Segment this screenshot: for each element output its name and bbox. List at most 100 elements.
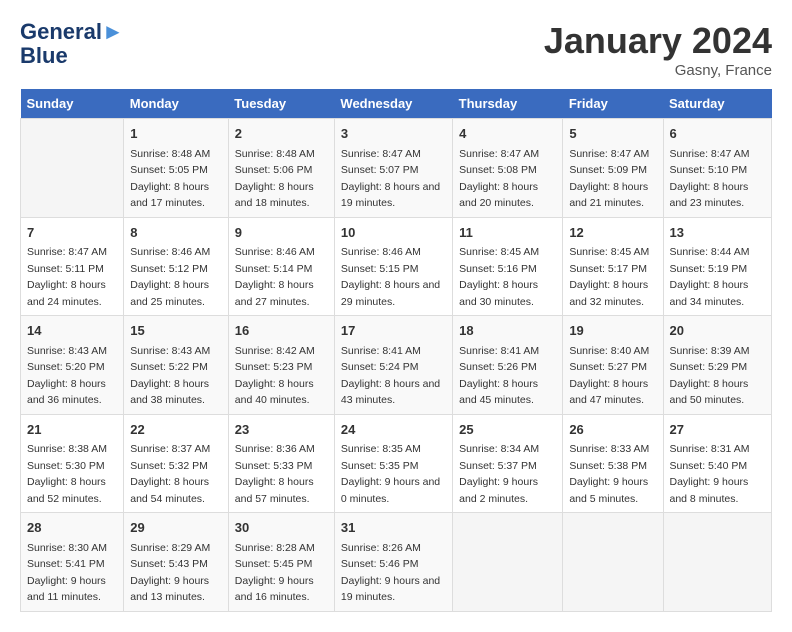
day-info: Sunrise: 8:47 AMSunset: 5:07 PMDaylight:… — [341, 148, 440, 210]
day-number: 27 — [670, 420, 766, 440]
day-info: Sunrise: 8:38 AMSunset: 5:30 PMDaylight:… — [27, 443, 107, 505]
calendar-cell: 26 Sunrise: 8:33 AMSunset: 5:38 PMDaylig… — [563, 414, 663, 513]
weekday-header-monday: Monday — [124, 89, 229, 119]
calendar-cell: 12 Sunrise: 8:45 AMSunset: 5:17 PMDaylig… — [563, 217, 663, 316]
day-info: Sunrise: 8:41 AMSunset: 5:26 PMDaylight:… — [459, 345, 539, 407]
calendar-cell: 2 Sunrise: 8:48 AMSunset: 5:06 PMDayligh… — [228, 119, 334, 218]
calendar-week-1: 1 Sunrise: 8:48 AMSunset: 5:05 PMDayligh… — [21, 119, 772, 218]
calendar-week-3: 14 Sunrise: 8:43 AMSunset: 5:20 PMDaylig… — [21, 316, 772, 415]
day-info: Sunrise: 8:48 AMSunset: 5:05 PMDaylight:… — [130, 148, 210, 210]
calendar-cell — [453, 513, 563, 612]
day-info: Sunrise: 8:37 AMSunset: 5:32 PMDaylight:… — [130, 443, 210, 505]
day-info: Sunrise: 8:47 AMSunset: 5:09 PMDaylight:… — [569, 148, 649, 210]
calendar-cell: 27 Sunrise: 8:31 AMSunset: 5:40 PMDaylig… — [663, 414, 772, 513]
weekday-header-friday: Friday — [563, 89, 663, 119]
day-number: 16 — [235, 321, 328, 341]
day-info: Sunrise: 8:46 AMSunset: 5:12 PMDaylight:… — [130, 246, 210, 308]
day-info: Sunrise: 8:43 AMSunset: 5:20 PMDaylight:… — [27, 345, 107, 407]
day-info: Sunrise: 8:47 AMSunset: 5:11 PMDaylight:… — [27, 246, 107, 308]
day-info: Sunrise: 8:42 AMSunset: 5:23 PMDaylight:… — [235, 345, 315, 407]
calendar-cell: 29 Sunrise: 8:29 AMSunset: 5:43 PMDaylig… — [124, 513, 229, 612]
calendar-cell: 3 Sunrise: 8:47 AMSunset: 5:07 PMDayligh… — [334, 119, 452, 218]
calendar-cell: 11 Sunrise: 8:45 AMSunset: 5:16 PMDaylig… — [453, 217, 563, 316]
day-number: 10 — [341, 223, 446, 243]
day-info: Sunrise: 8:47 AMSunset: 5:10 PMDaylight:… — [670, 148, 750, 210]
calendar-cell: 5 Sunrise: 8:47 AMSunset: 5:09 PMDayligh… — [563, 119, 663, 218]
day-number: 18 — [459, 321, 556, 341]
location: Gasny, France — [544, 62, 772, 79]
day-number: 28 — [27, 518, 117, 538]
day-number: 6 — [670, 124, 766, 144]
calendar-cell: 8 Sunrise: 8:46 AMSunset: 5:12 PMDayligh… — [124, 217, 229, 316]
day-info: Sunrise: 8:33 AMSunset: 5:38 PMDaylight:… — [569, 443, 649, 505]
day-number: 8 — [130, 223, 222, 243]
weekday-header-saturday: Saturday — [663, 89, 772, 119]
calendar-table: SundayMondayTuesdayWednesdayThursdayFrid… — [20, 89, 772, 612]
day-number: 4 — [459, 124, 556, 144]
calendar-cell — [21, 119, 124, 218]
calendar-cell: 30 Sunrise: 8:28 AMSunset: 5:45 PMDaylig… — [228, 513, 334, 612]
calendar-cell: 28 Sunrise: 8:30 AMSunset: 5:41 PMDaylig… — [21, 513, 124, 612]
day-info: Sunrise: 8:31 AMSunset: 5:40 PMDaylight:… — [670, 443, 750, 505]
day-number: 19 — [569, 321, 656, 341]
day-number: 29 — [130, 518, 222, 538]
calendar-week-4: 21 Sunrise: 8:38 AMSunset: 5:30 PMDaylig… — [21, 414, 772, 513]
day-info: Sunrise: 8:41 AMSunset: 5:24 PMDaylight:… — [341, 345, 440, 407]
calendar-cell: 10 Sunrise: 8:46 AMSunset: 5:15 PMDaylig… — [334, 217, 452, 316]
weekday-header-wednesday: Wednesday — [334, 89, 452, 119]
logo: General►Blue — [20, 20, 124, 68]
calendar-cell: 20 Sunrise: 8:39 AMSunset: 5:29 PMDaylig… — [663, 316, 772, 415]
day-number: 1 — [130, 124, 222, 144]
day-info: Sunrise: 8:46 AMSunset: 5:14 PMDaylight:… — [235, 246, 315, 308]
day-number: 15 — [130, 321, 222, 341]
day-info: Sunrise: 8:35 AMSunset: 5:35 PMDaylight:… — [341, 443, 440, 505]
day-info: Sunrise: 8:26 AMSunset: 5:46 PMDaylight:… — [341, 542, 440, 604]
calendar-cell: 21 Sunrise: 8:38 AMSunset: 5:30 PMDaylig… — [21, 414, 124, 513]
calendar-cell: 23 Sunrise: 8:36 AMSunset: 5:33 PMDaylig… — [228, 414, 334, 513]
weekday-header-tuesday: Tuesday — [228, 89, 334, 119]
day-number: 7 — [27, 223, 117, 243]
day-info: Sunrise: 8:28 AMSunset: 5:45 PMDaylight:… — [235, 542, 315, 604]
day-number: 3 — [341, 124, 446, 144]
day-number: 11 — [459, 223, 556, 243]
day-info: Sunrise: 8:44 AMSunset: 5:19 PMDaylight:… — [670, 246, 750, 308]
calendar-cell: 25 Sunrise: 8:34 AMSunset: 5:37 PMDaylig… — [453, 414, 563, 513]
calendar-week-5: 28 Sunrise: 8:30 AMSunset: 5:41 PMDaylig… — [21, 513, 772, 612]
page-header: General►Blue January 2024 Gasny, France — [20, 20, 772, 79]
day-info: Sunrise: 8:39 AMSunset: 5:29 PMDaylight:… — [670, 345, 750, 407]
day-info: Sunrise: 8:34 AMSunset: 5:37 PMDaylight:… — [459, 443, 539, 505]
day-number: 25 — [459, 420, 556, 440]
day-info: Sunrise: 8:30 AMSunset: 5:41 PMDaylight:… — [27, 542, 107, 604]
calendar-cell: 9 Sunrise: 8:46 AMSunset: 5:14 PMDayligh… — [228, 217, 334, 316]
day-number: 24 — [341, 420, 446, 440]
day-number: 9 — [235, 223, 328, 243]
calendar-cell: 4 Sunrise: 8:47 AMSunset: 5:08 PMDayligh… — [453, 119, 563, 218]
day-info: Sunrise: 8:45 AMSunset: 5:16 PMDaylight:… — [459, 246, 539, 308]
calendar-cell: 14 Sunrise: 8:43 AMSunset: 5:20 PMDaylig… — [21, 316, 124, 415]
day-number: 23 — [235, 420, 328, 440]
day-info: Sunrise: 8:48 AMSunset: 5:06 PMDaylight:… — [235, 148, 315, 210]
weekday-header-row: SundayMondayTuesdayWednesdayThursdayFrid… — [21, 89, 772, 119]
calendar-cell: 1 Sunrise: 8:48 AMSunset: 5:05 PMDayligh… — [124, 119, 229, 218]
day-number: 20 — [670, 321, 766, 341]
calendar-cell — [663, 513, 772, 612]
day-number: 31 — [341, 518, 446, 538]
calendar-cell: 17 Sunrise: 8:41 AMSunset: 5:24 PMDaylig… — [334, 316, 452, 415]
weekday-header-sunday: Sunday — [21, 89, 124, 119]
day-number: 30 — [235, 518, 328, 538]
weekday-header-thursday: Thursday — [453, 89, 563, 119]
day-number: 14 — [27, 321, 117, 341]
day-number: 21 — [27, 420, 117, 440]
day-info: Sunrise: 8:47 AMSunset: 5:08 PMDaylight:… — [459, 148, 539, 210]
day-number: 26 — [569, 420, 656, 440]
calendar-cell: 15 Sunrise: 8:43 AMSunset: 5:22 PMDaylig… — [124, 316, 229, 415]
calendar-cell: 24 Sunrise: 8:35 AMSunset: 5:35 PMDaylig… — [334, 414, 452, 513]
month-title: January 2024 — [544, 20, 772, 62]
day-number: 12 — [569, 223, 656, 243]
calendar-cell — [563, 513, 663, 612]
day-info: Sunrise: 8:46 AMSunset: 5:15 PMDaylight:… — [341, 246, 440, 308]
day-number: 13 — [670, 223, 766, 243]
day-info: Sunrise: 8:43 AMSunset: 5:22 PMDaylight:… — [130, 345, 210, 407]
calendar-cell: 19 Sunrise: 8:40 AMSunset: 5:27 PMDaylig… — [563, 316, 663, 415]
day-info: Sunrise: 8:40 AMSunset: 5:27 PMDaylight:… — [569, 345, 649, 407]
